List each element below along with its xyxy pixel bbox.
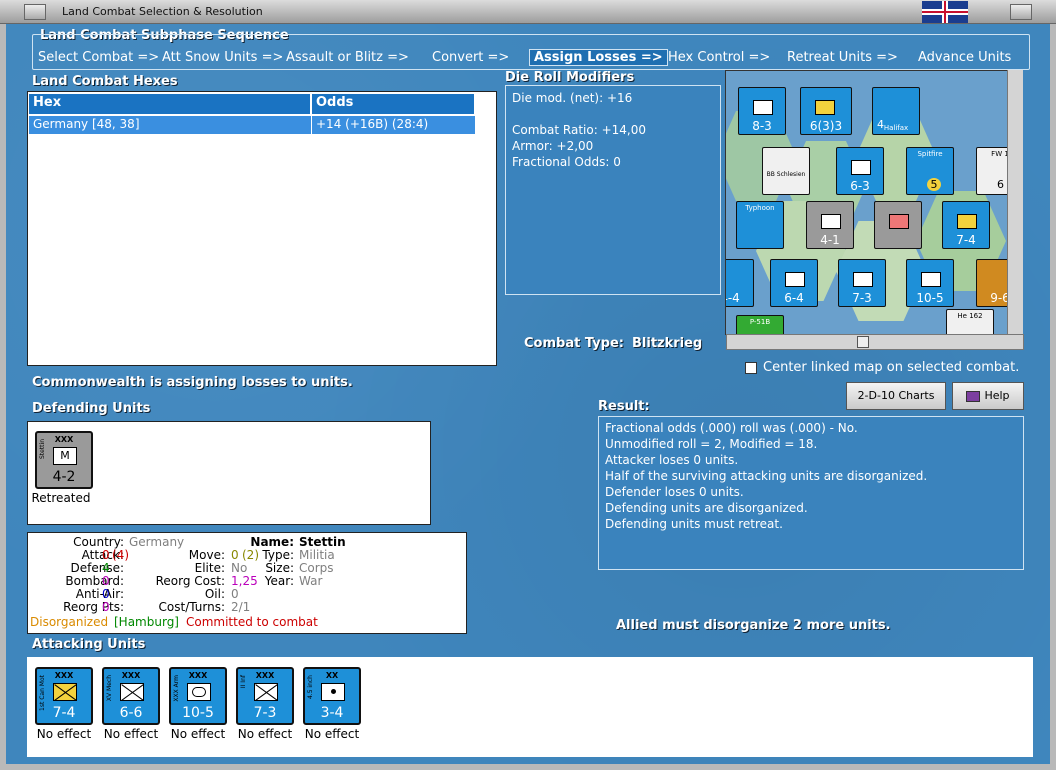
seq-step-advance[interactable]: Advance Units [918,50,1011,65]
book-icon [966,390,981,402]
attacking-unit-status: No effect [304,727,360,741]
map-scroll-thumb[interactable] [857,336,869,348]
center-map-label[interactable]: Center linked map on selected combat. [763,360,1019,375]
defending-units-panel: XXX Stettin M 4-2 Retreated [27,421,431,525]
defending-title: Defending Units [32,401,151,416]
attacking-unit-xv-mech[interactable]: XXX XV Mech 6-6 [102,667,160,725]
combat-map[interactable]: 8-3 6(3)3 Halifax 4 BB Schlesien 6-3 Spit… [725,70,1023,335]
combat-type-value: Blitzkrieg [632,336,703,351]
result-line: Half of the surviving attacking units ar… [605,469,928,483]
attacking-unit-status: No effect [36,727,92,741]
map-counter-6-4[interactable]: 6-4 [770,259,818,307]
help-button[interactable]: Help [952,382,1024,410]
armor-icon [187,683,211,701]
seq-step-assault-blitz[interactable]: Assault or Blitz => [286,50,409,65]
result-line: Defending units are disorganized. [605,501,808,515]
attacking-unit-status: No effect [237,727,293,741]
result-panel: Fractional odds (.000) roll was (.000) -… [598,416,1024,570]
result-line: Defender loses 0 units. [605,485,744,499]
map-vertical-scrollbar[interactable] [1007,70,1023,334]
map-counter-7-3[interactable]: 7-3 [838,259,886,307]
unit-info-panel: Country: Germany Attack: 0 (4) Defense: … [27,532,467,634]
map-counter-7-4[interactable]: 7-4 [942,201,990,249]
mechanized-icon [120,683,144,701]
infantry-icon [254,683,278,701]
odds-column-header[interactable]: Odds [312,94,475,114]
union-jack-flag-icon [922,1,968,23]
map-counter-spitfire[interactable]: Spitfire 5 [906,147,954,195]
seq-step-select-combat[interactable]: Select Combat => [38,50,159,65]
attacking-title: Attacking Units [32,637,146,652]
map-counter-6-3[interactable]: 6-3 [836,147,884,195]
seq-step-att-snow[interactable]: Att Snow Units => [162,50,283,65]
hexes-title: Land Combat Hexes [32,74,178,89]
die-roll-title: Die Roll Modifiers [505,70,635,85]
title-bar: Land Combat Selection & Resolution [0,0,1056,24]
system-menu-button[interactable] [24,4,46,20]
map-counter-p51b[interactable]: P-51B [736,315,784,334]
map-counter-schlesien[interactable]: BB Schlesien [762,147,810,195]
die-roll-panel: Die mod. (net): +16 Combat Ratio: +14,00… [505,85,721,295]
result-line: Attacker loses 0 units. [605,453,739,467]
close-button[interactable] [1010,4,1032,20]
map-counter-stettin[interactable] [874,201,922,249]
odds-cell[interactable]: +14 (+16B) (28:4) [312,116,475,134]
attacking-units-panel: XXX 1st Can Mot 7-4 No effect XXX XV Mec… [27,657,1033,757]
attacking-unit-1st-can-mot[interactable]: XXX 1st Can Mot 7-4 [35,667,93,725]
window-title: Land Combat Selection & Resolution [62,5,263,18]
attacking-unit-4-5-inch[interactable]: XX 4.5 inch 3-4 [303,667,361,725]
map-horizontal-scrollbar[interactable] [726,334,1024,350]
map-counter-4-4[interactable]: 4-4 [726,259,754,307]
die-mod-line: Die mod. (net): +16 [512,91,633,105]
result-title: Result: [598,399,650,414]
attacking-unit-ii-inf[interactable]: XXX II Inf 7-3 [236,667,294,725]
seq-step-retreat[interactable]: Retreat Units => [787,50,898,65]
seq-step-assign-losses[interactable]: Assign Losses => [529,49,668,66]
combat-type-label: Combat Type: [524,336,624,351]
disorganize-message: Allied must disorganize 2 more units. [616,618,891,633]
seq-step-convert[interactable]: Convert => [432,50,509,65]
map-counter-halifax[interactable]: Halifax 4 [872,87,920,135]
hex-cell[interactable]: Germany [48, 38] [29,116,311,134]
militia-icon: M [53,447,77,465]
combat-ratio-line: Combat Ratio: +14,00 [512,123,646,137]
center-map-checkbox[interactable] [745,362,757,374]
result-line: Fractional odds (.000) roll was (.000) -… [605,421,858,435]
charts-button[interactable]: 2-D-10 Charts [846,382,946,410]
attacking-unit-status: No effect [170,727,226,741]
attacking-unit-xxx-arm[interactable]: XXX XXX Arm 10-5 [169,667,227,725]
artillery-icon [321,683,345,701]
map-counter-he162[interactable]: He 162 [946,309,994,334]
seq-step-hex-control[interactable]: Hex Control => [668,50,770,65]
map-counter-10-5[interactable]: 10-5 [906,259,954,307]
hex-column-header[interactable]: Hex [29,94,311,114]
map-counter-typhoon[interactable]: Typhoon [736,201,784,249]
map-counter-8-3[interactable]: 8-3 [738,87,786,135]
defending-unit-status: Retreated [31,491,91,505]
map-counter-6-3-3[interactable]: 6(3)3 [800,87,852,135]
armor-line: Armor: +2,00 [512,139,594,153]
hexes-table: Hex Odds Germany [48, 38] +14 (+16B) (28… [27,91,497,366]
result-line: Unmodified roll = 2, Modified = 18. [605,437,818,451]
result-line: Defending units must retreat. [605,517,783,531]
attacking-unit-status: No effect [103,727,159,741]
defending-unit-stettin[interactable]: XXX Stettin M 4-2 [35,431,93,489]
status-message: Commonwealth is assigning losses to unit… [32,375,353,390]
fractional-odds-line: Fractional Odds: 0 [512,155,621,169]
map-counter-4-1[interactable]: 4-1 [806,201,854,249]
motorized-infantry-icon [53,683,77,701]
